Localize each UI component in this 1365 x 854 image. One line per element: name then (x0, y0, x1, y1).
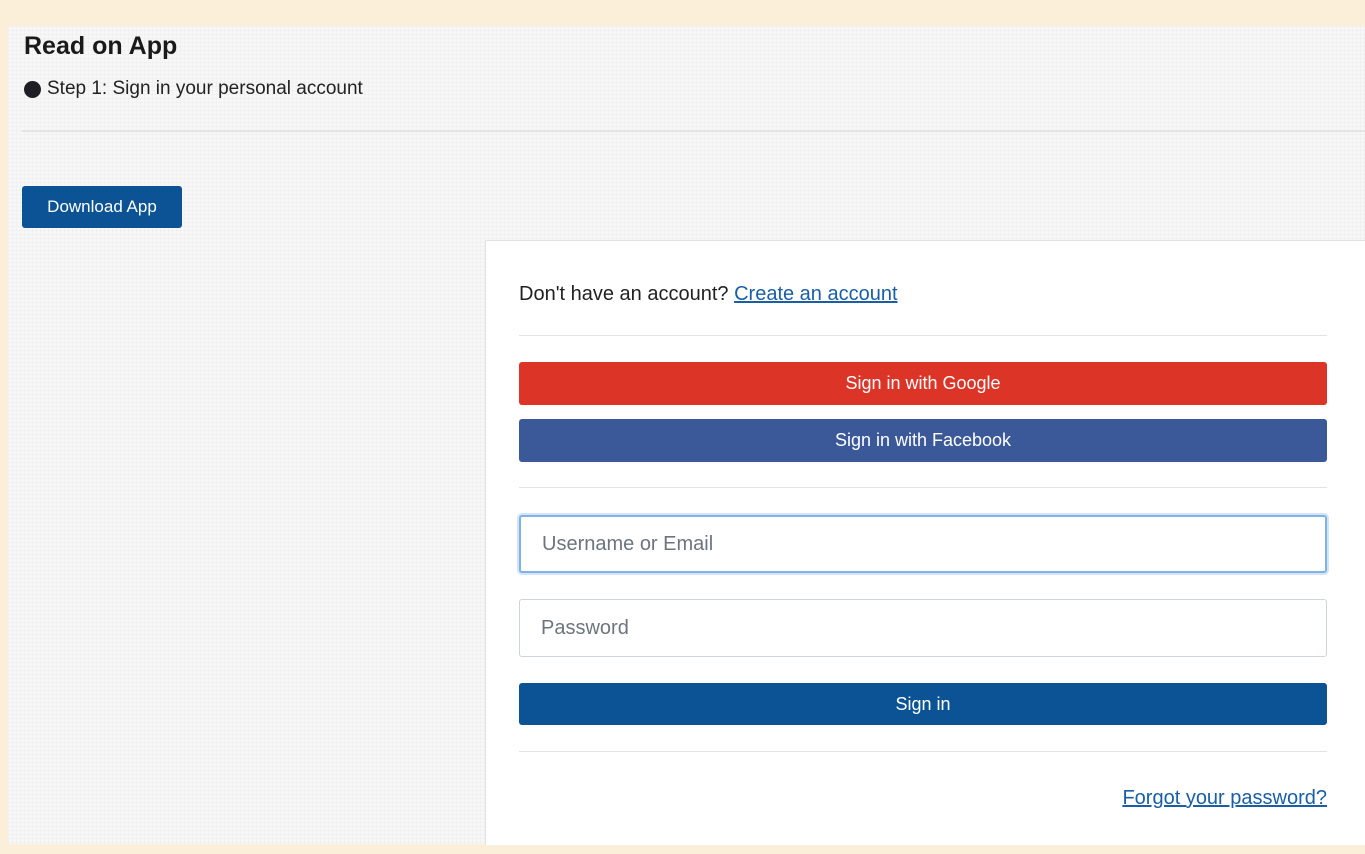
step-text: Step 1: Sign in your personal account (47, 78, 363, 99)
divider (519, 751, 1327, 752)
no-account-text: Don't have an account? (519, 283, 729, 305)
create-account-link[interactable]: Create an account (734, 283, 897, 305)
read-on-app-panel: Read on App Step 1: Sign in your persona… (8, 26, 1365, 845)
username-email-input[interactable] (519, 515, 1327, 573)
bullet-dot-icon (24, 80, 41, 98)
page-title: Read on App (24, 32, 178, 60)
google-signin-button[interactable]: Sign in with Google (519, 362, 1327, 405)
signin-button[interactable]: Sign in (519, 683, 1327, 725)
header-divider (22, 130, 1365, 132)
divider (519, 487, 1327, 488)
login-card: Don't have an account? Create an account… (485, 240, 1365, 845)
download-app-button[interactable]: Download App (22, 186, 182, 228)
forgot-password-link[interactable]: Forgot your password? (1122, 787, 1327, 810)
facebook-signin-button[interactable]: Sign in with Facebook (519, 419, 1327, 462)
no-account-prompt: Don't have an account? Create an account (519, 283, 898, 306)
divider (519, 335, 1327, 336)
password-input[interactable] (519, 599, 1327, 657)
step-indicator: Step 1: Sign in your personal account (24, 78, 363, 100)
